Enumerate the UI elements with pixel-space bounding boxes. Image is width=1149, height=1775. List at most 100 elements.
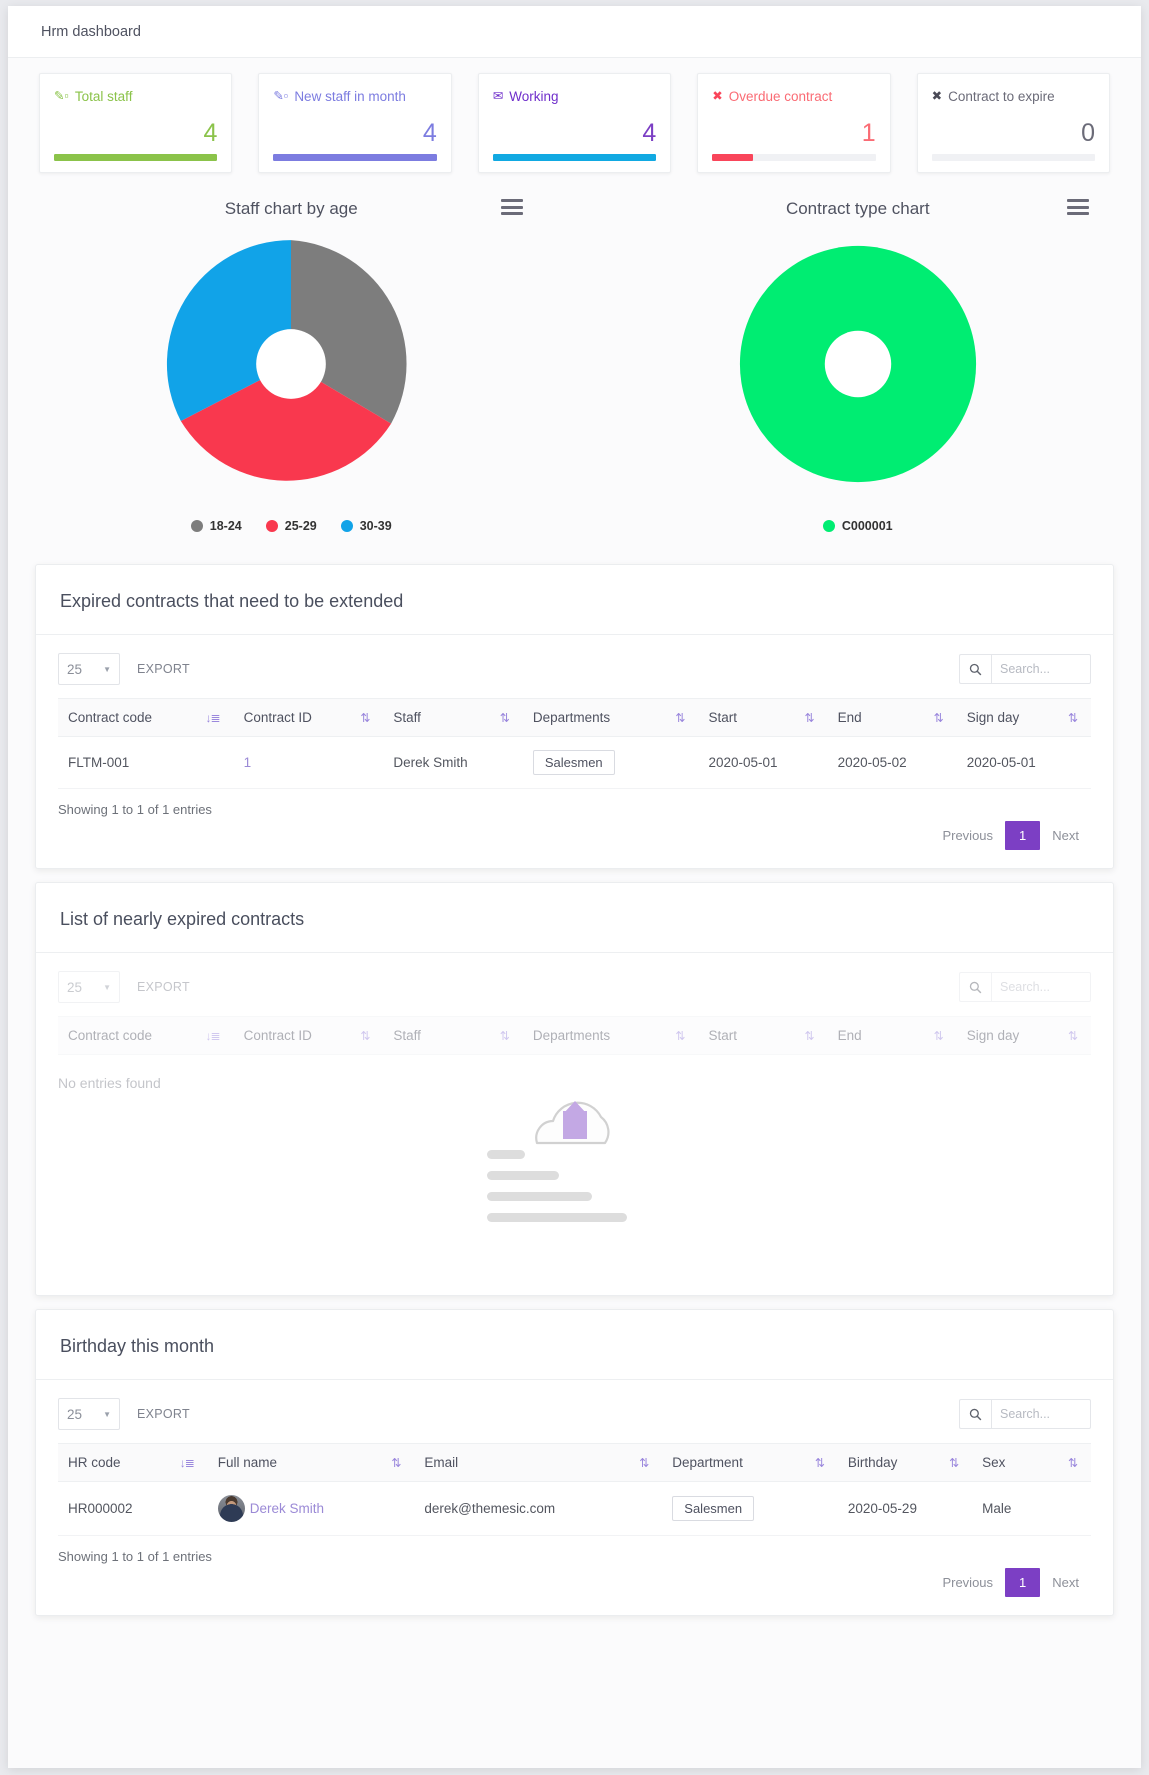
nearly-expired-contracts-panel: List of nearly expired contracts 25 ▼ EX…: [35, 882, 1114, 1296]
stat-label-wrap: ✉ Working: [493, 88, 656, 105]
stat-value: 1: [861, 119, 876, 147]
stat-card-contract-to-expire[interactable]: ✖ Contract to expire 0: [916, 73, 1111, 173]
legend-label: 18-24: [209, 519, 242, 533]
table-footer: Showing 1 to 1 of 1 entries Previous 1 N…: [58, 789, 1091, 850]
search-icon[interactable]: [959, 654, 991, 684]
export-button[interactable]: EXPORT: [137, 1407, 190, 1421]
export-button[interactable]: EXPORT: [137, 980, 190, 994]
table-row[interactable]: FLTM-001 1 Derek Smith Salesmen 2020-05-…: [58, 736, 1091, 789]
col-start[interactable]: Start ⇅: [698, 1016, 828, 1055]
pagination-previous[interactable]: Previous: [930, 1568, 1005, 1597]
cell-start: 2020-05-01: [698, 736, 828, 789]
search-input[interactable]: [991, 972, 1091, 1002]
pagination-next[interactable]: Next: [1040, 1568, 1091, 1597]
col-label: End: [837, 710, 862, 725]
stat-card-total-staff[interactable]: ✎▫ Total staff 4: [39, 73, 233, 173]
col-label: Sign day: [966, 1028, 1020, 1043]
cell-contract-id[interactable]: 1: [233, 736, 384, 789]
search-icon[interactable]: [959, 1399, 991, 1429]
col-sign-day[interactable]: Sign day ⇅: [956, 698, 1091, 737]
legend-label: 25-29: [284, 519, 317, 533]
expired-contracts-panel: Expired contracts that need to be extend…: [35, 564, 1114, 869]
stat-label: Contract to expire: [948, 89, 1055, 104]
stat-card-working[interactable]: ✉ Working 4: [477, 73, 672, 173]
legend-item-30-39[interactable]: 30-39: [340, 519, 392, 533]
staff-age-legend: 18-24 25-29 30-39: [8, 519, 575, 533]
hamburger-menu-icon[interactable]: [1067, 197, 1089, 217]
col-full-name[interactable]: Full name ⇅: [207, 1443, 415, 1482]
col-email[interactable]: Email ⇅: [414, 1443, 663, 1482]
hamburger-menu-icon[interactable]: [500, 197, 523, 217]
page-length-select[interactable]: 25 ▼: [58, 653, 120, 685]
chart-title: Staff chart by age: [224, 199, 358, 218]
search-box: [959, 972, 1091, 1002]
table-body: FLTM-001 1 Derek Smith Salesmen 2020-05-…: [58, 736, 1091, 789]
col-label: Contract ID: [243, 710, 312, 725]
panel-title: Expired contracts that need to be extend…: [60, 591, 404, 611]
cloud-upload-illustration: [475, 1065, 675, 1230]
col-label: Sex: [982, 1455, 1006, 1470]
search-glyph: [969, 981, 982, 993]
panel-body: 25 ▼ EXPORT HR code: [36, 1380, 1113, 1615]
stat-card-new-staff-in-month[interactable]: ✎▫ New staff in month 4: [258, 73, 452, 173]
envelope-icon: ✉: [492, 89, 504, 103]
export-button[interactable]: EXPORT: [137, 662, 190, 676]
col-contract-id[interactable]: Contract ID ⇅: [233, 698, 384, 737]
col-contract-id[interactable]: Contract ID ⇅: [233, 1016, 384, 1055]
pagination-page-1[interactable]: 1: [1005, 1568, 1041, 1597]
col-start[interactable]: Start ⇅: [698, 698, 828, 737]
table-footer: Showing 1 to 1 of 1 entries Previous 1 N…: [58, 1536, 1091, 1597]
cell-email: derek@themesic.com: [414, 1481, 663, 1536]
col-staff[interactable]: Staff ⇅: [383, 1016, 523, 1055]
sort-icon: ⇅: [675, 1028, 685, 1043]
col-contract-code[interactable]: Contract code ↓≣: [58, 698, 234, 737]
stat-card-overdue-contract[interactable]: ✖ Overdue contract 1: [697, 73, 891, 173]
sort-icon: ⇅: [391, 1455, 401, 1470]
pagination: Previous 1 Next: [930, 821, 1091, 850]
table-toolbar: 25 ▼ EXPORT: [58, 1397, 1091, 1431]
pagination-previous[interactable]: Previous: [930, 821, 1005, 850]
search-input[interactable]: [991, 1399, 1091, 1429]
search-input[interactable]: [991, 654, 1091, 684]
page-length-select[interactable]: 25 ▼: [58, 1398, 120, 1430]
stat-value: 0: [1081, 119, 1096, 147]
col-hr-code[interactable]: HR code ↓≣: [58, 1443, 208, 1482]
pie-svg: [167, 240, 407, 481]
col-end[interactable]: End ⇅: [827, 698, 957, 737]
table-row[interactable]: HR000002 Derek Smith derek@themesic.com …: [58, 1481, 1091, 1536]
col-end[interactable]: End ⇅: [827, 1016, 957, 1055]
expired-contracts-table: Contract code ↓≣ Contract ID ⇅ Staff ⇅ Depa…: [58, 698, 1091, 789]
staff-age-pie-chart[interactable]: [8, 219, 575, 509]
sort-icon: ⇅: [499, 710, 510, 725]
search-icon[interactable]: [959, 972, 991, 1002]
cell-contract-code: FLTM-001: [58, 736, 234, 789]
chevron-down-icon: ▼: [103, 982, 111, 992]
pagination-next[interactable]: Next: [1040, 821, 1091, 850]
col-label: Birthday: [847, 1455, 898, 1470]
legend-item-25-29[interactable]: 25-29: [265, 519, 317, 533]
pagination-page-1[interactable]: 1: [1005, 821, 1041, 850]
birthday-table: HR code ↓≣ Full name ⇅ Email ⇅ Department ⇅ …: [58, 1443, 1091, 1536]
col-birthday[interactable]: Birthday ⇅: [837, 1443, 973, 1482]
legend-item-c000001[interactable]: C000001: [822, 519, 893, 533]
col-staff[interactable]: Staff ⇅: [383, 698, 523, 737]
col-label: HR code: [68, 1455, 121, 1470]
col-contract-code[interactable]: Contract code ↓≣: [58, 1016, 234, 1055]
col-departments[interactable]: Departments ⇅: [522, 1016, 699, 1055]
contract-type-pie-chart[interactable]: [575, 219, 1142, 509]
col-sign-day[interactable]: Sign day ⇅: [956, 1016, 1091, 1055]
table-header: Contract code ↓≣ Contract ID ⇅ Staff ⇅ Depa…: [58, 1016, 1091, 1055]
legend-item-18-24[interactable]: 18-24: [190, 519, 242, 533]
full-name-link[interactable]: Derek Smith: [250, 1501, 324, 1516]
stat-progress-bar: [273, 154, 437, 161]
col-department[interactable]: Department ⇅: [662, 1443, 838, 1482]
panel-body: 25 ▼ EXPORT Contrac: [36, 953, 1113, 1295]
col-departments[interactable]: Departments ⇅: [522, 698, 699, 737]
cell-sign-day: 2020-05-01: [956, 736, 1091, 789]
sort-icon: ⇅: [814, 1455, 825, 1470]
department-chip: Salesmen: [532, 750, 615, 775]
sort-icon: ⇅: [499, 1028, 510, 1043]
page-length-select[interactable]: 25 ▼: [58, 971, 120, 1003]
col-sex[interactable]: Sex ⇅: [972, 1443, 1091, 1482]
legend-color-dot: [190, 520, 203, 532]
